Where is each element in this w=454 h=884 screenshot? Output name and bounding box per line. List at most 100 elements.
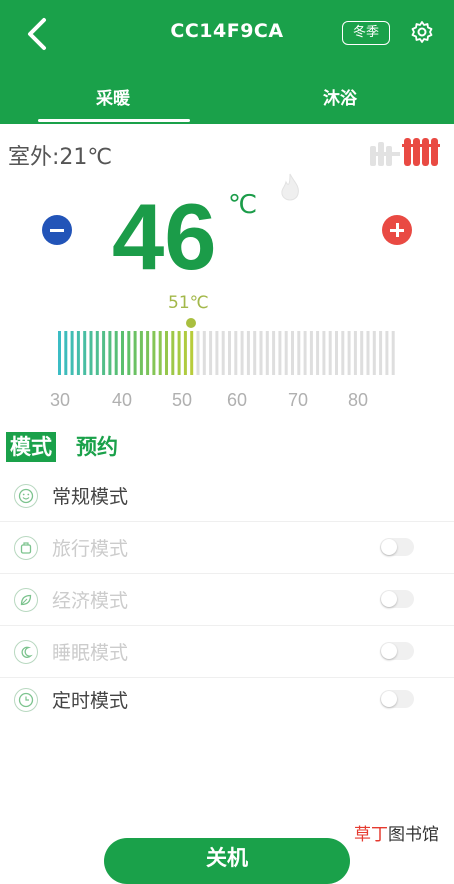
smile-icon: [14, 484, 38, 508]
active-tab-indicator: [38, 119, 190, 122]
scale-bar: [385, 331, 389, 375]
clock-icon: [14, 688, 38, 712]
toggle-knob: [381, 591, 397, 607]
scale-bar: [133, 331, 137, 375]
watermark-text: 图书馆: [388, 825, 439, 845]
temperature-unit: ℃: [228, 190, 258, 220]
scale-bar: [303, 331, 307, 375]
season-badge[interactable]: 冬季: [342, 21, 390, 45]
scale-bar: [95, 331, 99, 375]
scale-tick-labels: 30 40 50 60 70 80: [50, 390, 390, 414]
mode-toggle[interactable]: [380, 690, 414, 708]
scale-bar: [297, 331, 301, 375]
mode-row-timer[interactable]: 定时模式: [0, 674, 454, 726]
mode-label: 经济模式: [52, 590, 129, 612]
tab-schedule[interactable]: 预约: [76, 432, 118, 462]
scale-bar: [165, 331, 168, 375]
scale-bar: [284, 331, 288, 375]
scale-bar: [215, 331, 219, 375]
scale-bar: [89, 331, 93, 375]
scale-bar: [309, 331, 313, 375]
scale-bar: [196, 331, 200, 375]
scale-bar: [190, 331, 194, 375]
scale-bar: [209, 331, 213, 375]
toggle-knob: [381, 691, 397, 707]
mode-label: 常规模式: [52, 486, 129, 508]
scale-bar: [278, 331, 282, 375]
tab-heating[interactable]: 采暖: [63, 84, 163, 109]
scale-bar: [121, 331, 124, 375]
scale-bar: [158, 331, 162, 375]
scale-bar: [265, 331, 269, 375]
scale-bar: [372, 331, 376, 375]
toggle-knob: [381, 539, 397, 555]
power-off-button[interactable]: 关机: [104, 838, 350, 884]
scale-bar: [146, 331, 150, 375]
flame-icon: [281, 173, 299, 201]
setpoint-slider-handle[interactable]: [186, 318, 196, 328]
mode-row-normal[interactable]: 常规模式: [0, 470, 454, 522]
scale-tick-label: 70: [288, 390, 309, 410]
scale-bar: [391, 331, 395, 375]
tab-bathing[interactable]: 沐浴: [290, 84, 390, 109]
leaf-icon: [14, 588, 38, 612]
mode-toggle[interactable]: [380, 590, 414, 608]
scale-bar: [272, 331, 276, 375]
scale-bar: [341, 331, 345, 375]
mode-label: 睡眠模式: [52, 642, 129, 664]
mode-row-economy[interactable]: 经济模式: [0, 574, 454, 626]
scale-bar: [221, 331, 225, 375]
scale-bar: [76, 331, 80, 375]
scale-bar: [347, 331, 351, 375]
decrease-temperature-button[interactable]: [42, 215, 72, 245]
scale-tick-label: 40: [112, 390, 133, 410]
mode-label: 旅行模式: [52, 538, 129, 560]
scale-bar: [360, 331, 364, 375]
gear-icon[interactable]: [410, 20, 434, 44]
outdoor-temperature: 室外:21℃: [8, 145, 113, 170]
mode-toggle[interactable]: [380, 538, 414, 556]
current-temperature: 46: [112, 184, 217, 289]
scale-bar: [366, 331, 370, 375]
scale-bar: [152, 331, 156, 375]
moon-icon: [14, 640, 38, 664]
mode-row-travel[interactable]: 旅行模式: [0, 522, 454, 574]
site-watermark: 草丁图书馆: [354, 820, 439, 845]
scale-bar: [328, 331, 332, 375]
scale-bar: [316, 331, 320, 375]
scale-tick-label: 80: [348, 390, 369, 410]
scale-bar: [379, 331, 383, 375]
scale-bar: [108, 331, 112, 375]
increase-temperature-button[interactable]: [382, 215, 412, 245]
scale-bar: [114, 331, 118, 375]
scale-bar: [353, 331, 357, 375]
scale-bar: [202, 331, 206, 375]
scale-bar: [246, 331, 250, 375]
tab-modes[interactable]: 模式: [6, 432, 56, 462]
scale-bar: [102, 331, 106, 375]
scale-bar: [291, 331, 294, 375]
mode-label: 定时模式: [52, 690, 129, 712]
radiator-icon: [370, 138, 440, 166]
watermark-accent-text: 草丁: [354, 825, 388, 845]
scale-bar: [64, 331, 68, 375]
scale-bar: [234, 331, 238, 375]
mode-row-sleep[interactable]: 睡眠模式: [0, 626, 454, 678]
scale-bar: [177, 331, 181, 375]
scale-bar: [183, 331, 187, 375]
scale-bar: [83, 331, 87, 375]
scale-bar: [228, 331, 231, 375]
temperature-scale-slider[interactable]: [58, 329, 398, 377]
scale-bar: [240, 331, 244, 375]
toggle-knob: [381, 643, 397, 659]
scale-bar: [58, 331, 61, 375]
luggage-icon: [14, 536, 38, 560]
scale-bar: [253, 331, 257, 375]
scale-bar: [127, 331, 131, 375]
setpoint-label: 51℃: [168, 293, 209, 313]
scale-bar: [259, 331, 263, 375]
scale-bar: [70, 331, 74, 375]
scale-bar: [139, 331, 143, 375]
mode-toggle[interactable]: [380, 642, 414, 660]
top-bar: CC14F9CA 冬季 采暖 沐浴: [0, 0, 454, 124]
